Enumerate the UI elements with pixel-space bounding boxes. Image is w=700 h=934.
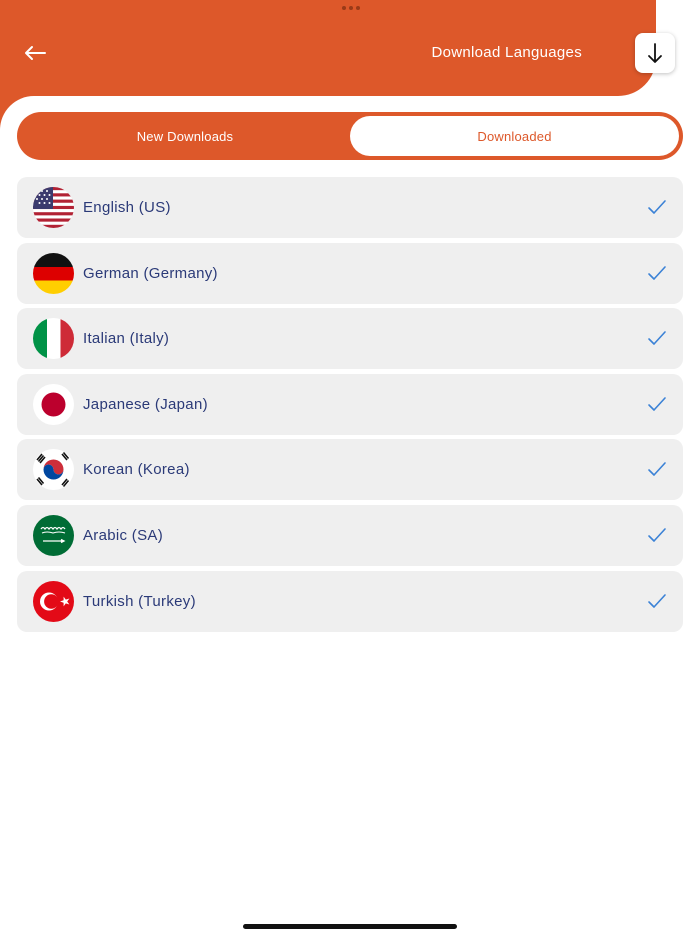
language-label: Japanese (Japan) (83, 395, 208, 413)
back-button[interactable] (18, 38, 52, 68)
check-icon (648, 462, 666, 477)
tab-new-downloads[interactable]: New Downloads (21, 116, 349, 156)
italy-flag-icon (33, 318, 74, 360)
arrow-down-icon (648, 43, 662, 63)
language-list: English (US) German (Germany) Italian (I… (17, 177, 683, 636)
us-flag-icon (33, 187, 74, 228)
check-icon (648, 200, 666, 214)
arrow-left-icon (25, 46, 46, 60)
language-row-korean[interactable]: Korean (Korea) (17, 439, 683, 501)
language-label: Turkish (Turkey) (83, 592, 196, 610)
language-label: Arabic (SA) (83, 526, 163, 544)
saudi-arabia-flag-icon (33, 514, 74, 556)
language-row-turkish[interactable]: Turkish (Turkey) (17, 570, 683, 632)
tab-downloaded[interactable]: Downloaded (350, 116, 679, 156)
check-icon (648, 265, 666, 280)
grabber-dots (342, 6, 360, 10)
germany-flag-icon (33, 252, 74, 294)
language-row-arabic[interactable]: Arabic (SA) (17, 504, 683, 566)
header-bar: Download Languages (0, 0, 656, 96)
page-title: Download Languages (431, 44, 582, 61)
language-row-german[interactable]: German (Germany) (17, 242, 683, 304)
language-label: German (Germany) (83, 264, 218, 282)
language-row-japanese[interactable]: Japanese (Japan) (17, 373, 683, 435)
check-icon (648, 331, 666, 345)
check-icon (648, 593, 666, 608)
check-icon (648, 396, 666, 411)
korea-flag-icon (33, 449, 74, 491)
turkey-flag-icon (33, 580, 74, 622)
check-icon (648, 528, 666, 542)
language-label: Italian (Italy) (83, 330, 170, 348)
download-button[interactable] (635, 33, 675, 73)
tab-segmented-control: New Downloads Downloaded (17, 112, 683, 160)
language-row-italian[interactable]: Italian (Italy) (17, 308, 683, 370)
language-label: Korean (Korea) (83, 461, 190, 479)
language-row-english[interactable]: English (US) (17, 177, 683, 238)
home-indicator (243, 924, 457, 929)
japan-flag-icon (33, 383, 74, 425)
language-label: English (US) (83, 199, 171, 216)
